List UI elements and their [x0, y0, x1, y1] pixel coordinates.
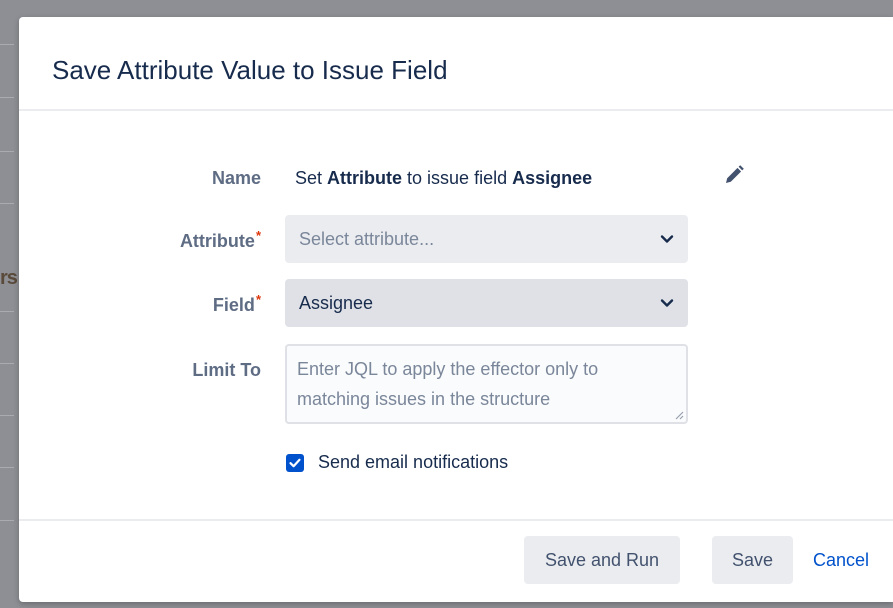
name-value: Set Attribute to issue field Assignee	[295, 168, 592, 189]
field-select-value: Assignee	[299, 293, 374, 313]
name-label-text: Name	[211, 168, 261, 188]
limit-to-label: Limit To	[61, 360, 261, 381]
required-marker: *	[255, 228, 261, 243]
background-divider	[0, 151, 14, 152]
pencil-icon[interactable]	[722, 163, 746, 187]
resize-grip-icon[interactable]	[674, 410, 684, 420]
name-value-attribute: Attribute	[327, 168, 403, 188]
chevron-down-icon	[660, 235, 674, 243]
background-divider	[0, 415, 14, 416]
limit-to-label-text: Limit To	[192, 360, 261, 380]
required-marker: *	[255, 292, 261, 307]
background-divider	[0, 311, 14, 312]
save-attribute-dialog: Save Attribute Value to Issue Field Name…	[19, 17, 893, 602]
dialog-title: Save Attribute Value to Issue Field	[52, 55, 448, 85]
checkmark-icon	[289, 458, 301, 468]
attribute-select-placeholder: Select attribute...	[299, 229, 435, 249]
dialog-header: Save Attribute Value to Issue Field	[19, 17, 893, 111]
name-value-prefix: Set	[295, 168, 328, 188]
jql-textarea[interactable]: Enter JQL to apply the effector only to …	[285, 344, 688, 424]
background-text-fragment: rs	[0, 267, 18, 289]
background-divider	[0, 97, 14, 98]
field-label-text: Field	[212, 295, 255, 315]
name-label: Name	[61, 168, 261, 189]
name-value-field: Assignee	[512, 168, 593, 188]
field-select[interactable]: Assignee	[285, 279, 688, 327]
chevron-down-icon	[660, 299, 674, 307]
send-email-label[interactable]: Send email notifications	[318, 452, 508, 473]
save-button[interactable]: Save	[712, 536, 793, 584]
name-value-middle: to issue field	[402, 168, 513, 188]
attribute-label-text: Attribute	[179, 231, 255, 251]
jql-placeholder: Enter JQL to apply the effector only to …	[297, 359, 599, 409]
attribute-select[interactable]: Select attribute...	[285, 215, 688, 263]
background-divider	[0, 520, 14, 521]
send-email-checkbox[interactable]	[286, 454, 304, 472]
background-divider	[0, 44, 14, 45]
background-divider	[0, 467, 14, 468]
field-label: Field*	[61, 292, 261, 316]
background-divider	[0, 203, 14, 204]
background-divider	[0, 363, 14, 364]
cancel-button[interactable]: Cancel	[803, 536, 879, 584]
attribute-label: Attribute*	[61, 228, 261, 252]
save-and-run-button[interactable]: Save and Run	[524, 536, 680, 584]
